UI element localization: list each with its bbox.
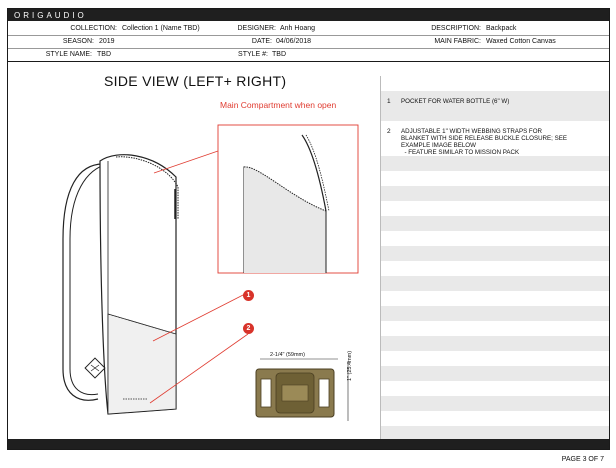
note-row xyxy=(381,291,609,306)
marker-2-badge: 2 xyxy=(243,323,254,334)
marker-1-badge: 1 xyxy=(243,290,254,301)
page-number: PAGE 3 OF 7 xyxy=(561,456,604,463)
note-2-line-2: BLANKET WITH SIDE RELEASE BUCKLE CLOSURE… xyxy=(401,135,567,142)
collection-value: Collection 1 (Name TBD) xyxy=(122,25,200,32)
note-row xyxy=(381,91,609,121)
header-info: COLLECTION: Collection 1 (Name TBD) DESI… xyxy=(8,22,609,74)
note-2-number: 2 xyxy=(387,128,391,135)
main-fabric-label: MAIN FABRIC: xyxy=(434,38,481,45)
brand-logo: ORIGAUDIO xyxy=(14,11,87,20)
description-value: Backpack xyxy=(486,25,517,32)
note-2-line-1: ADJUSTABLE 1" WIDTH WEBBING STRAPS FOR xyxy=(401,128,542,135)
note-1-text: POCKET FOR WATER BOTTLE (6" W) xyxy=(401,98,510,105)
note-row xyxy=(381,216,609,231)
tech-pack-sheet: ORIGAUDIO COLLECTION: Collection 1 (Name… xyxy=(7,8,610,450)
note-row xyxy=(381,351,609,366)
main-compartment-callout: Main Compartment when open xyxy=(220,100,337,110)
note-2-line-4: - FEATURE SIMILAR TO MISSION PACK xyxy=(401,149,520,156)
note-1-number: 1 xyxy=(387,98,391,105)
date-label: DATE: xyxy=(251,38,272,45)
designer-value: Anh Hoang xyxy=(280,25,316,32)
designer-label: DESIGNER: xyxy=(237,25,276,32)
header-row-2: SEASON: 2019 DATE: 04/06/2018 MAIN FABRI… xyxy=(8,35,609,49)
season-value: 2019 xyxy=(99,38,115,45)
note-row xyxy=(381,336,609,351)
note-row xyxy=(381,156,609,171)
style-name-label: STYLE NAME: xyxy=(45,51,92,58)
note-row xyxy=(381,201,609,216)
note-row xyxy=(381,306,609,321)
notes-panel: 1 POCKET FOR WATER BOTTLE (6" W) 2 ADJUS… xyxy=(381,76,609,439)
style-name-value: TBD xyxy=(97,51,111,58)
note-row xyxy=(381,321,609,336)
note-row xyxy=(381,76,609,91)
note-2-line-3: EXAMPLE IMAGE BELOW xyxy=(401,142,476,149)
note-row xyxy=(381,411,609,426)
note-row xyxy=(381,366,609,381)
backpack-sketch xyxy=(62,124,373,435)
collection-label: COLLECTION: xyxy=(70,25,117,32)
bottom-bar xyxy=(8,439,609,449)
description-label: DESCRIPTION: xyxy=(431,25,481,32)
note-row xyxy=(381,261,609,276)
buckle-width-label: 2-1/4" (59mm) xyxy=(270,352,305,358)
season-label: SEASON: xyxy=(62,38,94,45)
note-row xyxy=(381,396,609,411)
note-row xyxy=(381,171,609,186)
style-number-label: STYLE #: xyxy=(238,51,268,58)
buckle-height-label: 1" (25.4mm) xyxy=(347,350,353,381)
note-row xyxy=(381,231,609,246)
note-row xyxy=(381,426,609,439)
top-bar: ORIGAUDIO xyxy=(8,9,609,21)
note-row xyxy=(381,186,609,201)
header-row-1: COLLECTION: Collection 1 (Name TBD) DESI… xyxy=(8,22,609,36)
header-row-3: STYLE NAME: TBD STYLE #: TBD xyxy=(8,48,609,62)
note-row xyxy=(381,381,609,396)
main-fabric-value: Waxed Cotton Canvas xyxy=(486,38,556,45)
date-value: 04/06/2018 xyxy=(276,38,312,45)
note-row xyxy=(381,246,609,261)
style-number-value: TBD xyxy=(272,51,286,58)
note-row xyxy=(381,276,609,291)
